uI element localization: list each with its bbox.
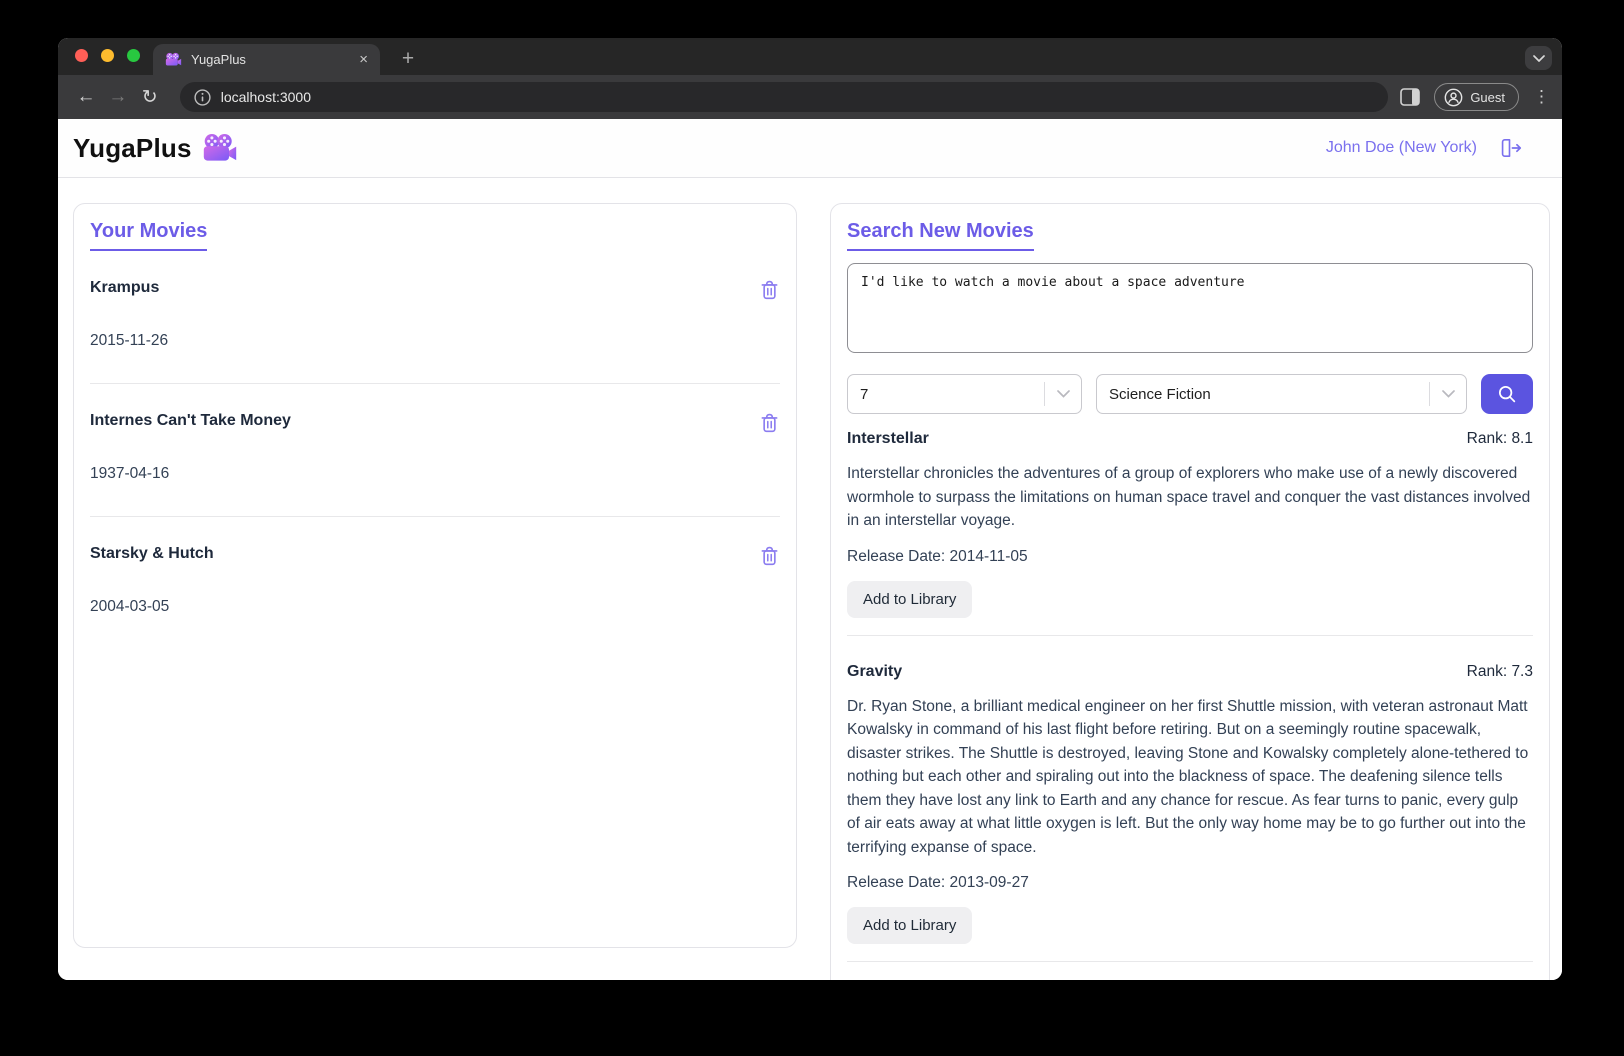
movie-date: 1937-04-16	[90, 465, 780, 483]
your-movies-panel: Your Movies Krampus 2015-11-26 Internes …	[73, 203, 797, 948]
zoom-window-button[interactable]	[127, 49, 140, 62]
result-release-date: Release Date: 2014-11-05	[847, 548, 1533, 566]
chevron-down-icon	[1533, 55, 1545, 62]
chevron-down-icon	[1430, 390, 1466, 398]
app-title: YugaPlus	[73, 133, 192, 164]
header-right: John Doe (New York)	[1326, 136, 1522, 160]
profile-label: Guest	[1470, 90, 1505, 105]
result-title: Interstellar	[847, 430, 929, 448]
genre-select[interactable]: Science Fiction	[1096, 374, 1467, 414]
new-tab-button[interactable]: +	[394, 45, 422, 73]
trash-icon[interactable]	[759, 279, 780, 301]
browser-menu-button[interactable]: ⋮	[1533, 87, 1550, 107]
your-movies-title: Your Movies	[90, 220, 207, 251]
reload-button[interactable]: ↻	[134, 81, 166, 113]
brand: YugaPlus	[73, 133, 238, 164]
app-header: YugaPlus John Doe (New York)	[58, 119, 1562, 178]
divider	[90, 383, 780, 384]
select-adornment	[1429, 375, 1466, 413]
divider	[847, 635, 1533, 636]
main: Your Movies Krampus 2015-11-26 Internes …	[58, 179, 1562, 980]
search-panel: Search New Movies I'd like to watch a mo…	[830, 203, 1550, 980]
guest-avatar-icon	[1444, 88, 1463, 107]
tab-title: YugaPlus	[191, 52, 350, 67]
back-button[interactable]: ←	[70, 81, 102, 113]
site-info-icon[interactable]	[194, 89, 211, 106]
close-tab-icon[interactable]: ×	[359, 52, 368, 67]
close-window-button[interactable]	[75, 49, 88, 62]
tab-strip: YugaPlus × +	[58, 38, 1562, 75]
url-text: localhost:3000	[221, 89, 311, 105]
page-content: YugaPlus John Doe (New York) Your Movies…	[58, 119, 1562, 980]
result-description: Interstellar chronicles the adventures o…	[847, 462, 1533, 533]
search-title: Search New Movies	[847, 220, 1034, 251]
add-to-library-button[interactable]: Add to Library	[847, 581, 972, 618]
result-header: Gravity Rank: 7.3	[847, 663, 1533, 681]
search-query-input[interactable]: I'd like to watch a movie about a space …	[847, 263, 1533, 353]
result-release-date: Release Date: 2013-09-27	[847, 874, 1533, 892]
result-header: Interstellar Rank: 8.1	[847, 430, 1533, 448]
search-button[interactable]	[1481, 374, 1533, 414]
tab-search-chevron-button[interactable]	[1525, 46, 1552, 70]
browser-toolbar: ← → ↻ localhost:3000 Guest	[58, 75, 1562, 119]
forward-button[interactable]: →	[102, 81, 134, 113]
select-adornment	[1044, 375, 1081, 413]
browser-window: YugaPlus × + ← → ↻ localhost:3000	[58, 38, 1562, 980]
toolbar-right: Guest ⋮	[1400, 83, 1550, 111]
movie-title: Internes Can't Take Money	[90, 412, 291, 430]
genre-select-value: Science Fiction	[1109, 386, 1211, 403]
movie-date: 2015-11-26	[90, 332, 780, 350]
profile-button[interactable]: Guest	[1434, 83, 1519, 111]
tab-yugaplus[interactable]: YugaPlus ×	[153, 44, 380, 75]
tab-favicon-movie-camera-icon	[165, 52, 182, 67]
trash-icon[interactable]	[759, 412, 780, 434]
side-panel-icon[interactable]	[1400, 88, 1420, 106]
movie-title: Krampus	[90, 279, 159, 297]
window-controls[interactable]	[75, 49, 140, 62]
logout-icon[interactable]	[1497, 136, 1522, 160]
result-rank: Rank: 8.1	[1467, 430, 1533, 448]
result-title: Gravity	[847, 663, 902, 681]
list-item: Krampus	[90, 279, 780, 301]
movie-date: 2004-03-05	[90, 598, 780, 616]
add-to-library-button[interactable]: Add to Library	[847, 907, 972, 944]
trash-icon[interactable]	[759, 545, 780, 567]
chevron-down-icon	[1045, 390, 1081, 398]
rank-select-value: 7	[860, 386, 868, 403]
address-bar[interactable]: localhost:3000	[180, 82, 1389, 112]
user-name: John Doe (New York)	[1326, 139, 1477, 157]
divider	[847, 961, 1533, 962]
result-description: Dr. Ryan Stone, a brilliant medical engi…	[847, 695, 1533, 860]
minimize-window-button[interactable]	[101, 49, 114, 62]
list-item: Starsky & Hutch	[90, 545, 780, 567]
movie-title: Starsky & Hutch	[90, 545, 214, 563]
result-rank: Rank: 7.3	[1467, 663, 1533, 681]
movie-camera-icon	[202, 133, 238, 163]
divider	[90, 516, 780, 517]
rank-select[interactable]: 7	[847, 374, 1082, 414]
search-controls: 7 Science Fiction	[847, 374, 1533, 414]
list-item: Internes Can't Take Money	[90, 412, 780, 434]
search-icon	[1496, 383, 1518, 405]
